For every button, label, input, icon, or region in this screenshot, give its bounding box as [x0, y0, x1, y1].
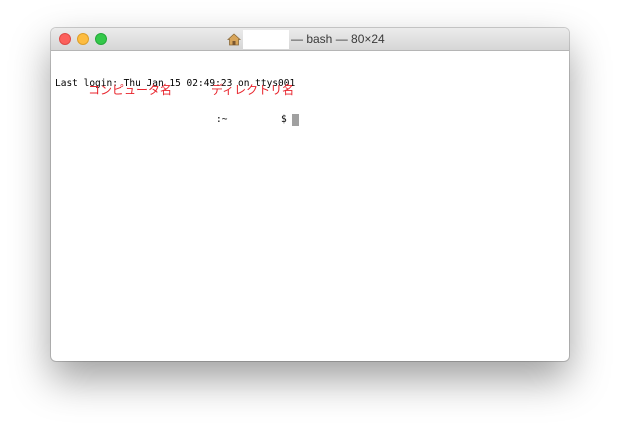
minimize-button[interactable] — [77, 33, 89, 45]
stage: — bash — 80×24 Last login: Thu Jan 15 02… — [0, 0, 620, 434]
zoom-button[interactable] — [95, 33, 107, 45]
window-title-text: — bash — 80×24 — [291, 32, 385, 46]
window-title: — bash — 80×24 — [227, 28, 385, 50]
title-bar[interactable]: — bash — 80×24 — [51, 28, 569, 51]
annotation-computer-name: コンピュータ名 — [88, 83, 173, 97]
terminal-window: — bash — 80×24 — [51, 28, 569, 361]
redacted-title-segment — [243, 29, 289, 49]
home-folder-icon — [227, 32, 241, 45]
annotation-directory-name: ディレクトリ名 — [211, 83, 295, 97]
close-button[interactable] — [59, 33, 71, 45]
